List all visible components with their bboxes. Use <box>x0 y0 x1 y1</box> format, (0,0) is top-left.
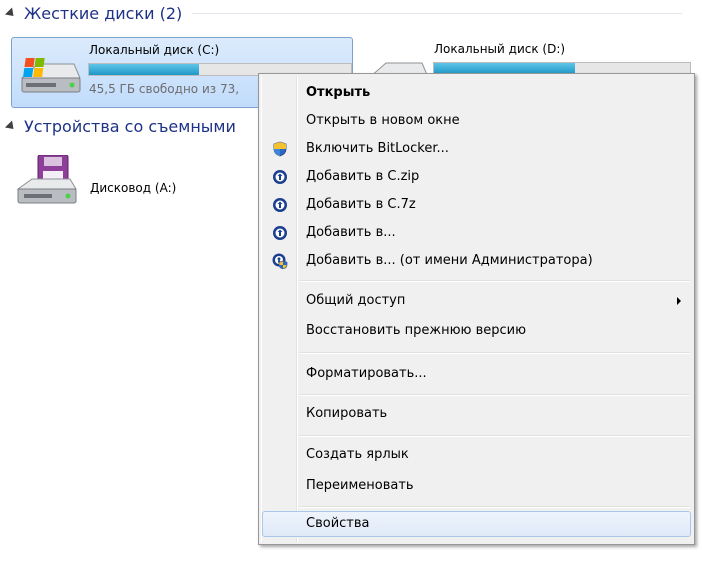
menu-item-label: Открыть в новом окне <box>306 113 460 128</box>
group-title: Жесткие диски (2) <box>24 4 183 23</box>
group-header-hard-disks[interactable]: Жесткие диски (2) <box>0 4 683 23</box>
menu-item-label: Добавить в... <box>306 225 396 240</box>
menu-item-label: Переименовать <box>306 478 414 493</box>
menu-item-create-shortcut[interactable]: Создать ярлык <box>262 442 691 468</box>
collapse-triangle-icon[interactable] <box>4 7 18 20</box>
menu-item-add-to-7z[interactable]: Добавить в C.7z <box>262 192 691 218</box>
drive-c-free-space: 45,5 ГБ свободно из 73, <box>89 82 240 96</box>
menu-item-add-to-zip[interactable]: Добавить в C.zip <box>262 164 691 190</box>
menu-item-copy[interactable]: Копировать <box>262 401 691 427</box>
menu-item-label: Добавить в... (от имени Администратора) <box>306 253 593 268</box>
context-menu: Открыть Открыть в новом окне Включить Bi… <box>258 73 695 545</box>
archiver-admin-icon <box>272 253 288 269</box>
menu-separator <box>299 280 690 282</box>
menu-separator <box>299 394 690 396</box>
menu-item-label: Восстановить прежнюю версию <box>306 323 527 338</box>
menu-item-add-to[interactable]: Добавить в... <box>262 220 691 246</box>
menu-item-label: Форматировать... <box>306 366 427 381</box>
menu-item-properties[interactable]: Свойства <box>262 511 691 537</box>
drive-a-name: Дисковод (A:) <box>90 181 177 195</box>
menu-item-label: Создать ярлык <box>306 447 409 462</box>
archiver-icon <box>273 226 287 240</box>
drive-c-usage-fill <box>89 64 200 75</box>
collapse-triangle-icon[interactable] <box>4 120 18 133</box>
menu-item-sharing[interactable]: Общий доступ <box>262 288 691 314</box>
group-title: Устройства со съемными <box>24 117 236 136</box>
submenu-arrow-icon <box>677 297 681 305</box>
archiver-icon <box>273 170 287 184</box>
floppy-drive-icon <box>16 155 77 204</box>
menu-item-rename[interactable]: Переименовать <box>262 473 691 499</box>
menu-item-label: Свойства <box>306 516 370 531</box>
drive-d-name: Локальный диск (D:) <box>434 42 566 56</box>
menu-item-label: Общий доступ <box>306 293 406 308</box>
menu-item-open[interactable]: Открыть <box>262 80 691 106</box>
windows-hdd-icon <box>20 58 81 93</box>
menu-item-add-to-as-admin[interactable]: Добавить в... (от имени Администратора) <box>262 248 691 274</box>
menu-separator <box>299 435 690 437</box>
menu-separator <box>299 506 690 508</box>
menu-item-label: Открыть <box>306 85 371 100</box>
menu-item-format[interactable]: Форматировать... <box>262 361 691 387</box>
group-header-removable[interactable]: Устройства со съемными <box>0 117 236 136</box>
menu-item-label: Добавить в C.zip <box>306 169 420 184</box>
archiver-icon <box>273 198 287 212</box>
menu-item-label: Добавить в C.7z <box>306 197 416 212</box>
menu-item-enable-bitlocker[interactable]: Включить BitLocker... <box>262 136 691 162</box>
drive-c-name: Локальный диск (C:) <box>89 43 220 57</box>
uac-shield-icon <box>273 141 287 157</box>
menu-item-label: Копировать <box>306 406 388 421</box>
menu-separator <box>299 352 690 354</box>
menu-item-open-new-window[interactable]: Открыть в новом окне <box>262 108 691 134</box>
menu-item-label: Включить BitLocker... <box>306 141 449 156</box>
drive-a-tile[interactable]: Дисковод (A:) <box>14 155 254 215</box>
group-divider <box>192 13 683 14</box>
menu-item-restore-previous[interactable]: Восстановить прежнюю версию <box>262 318 691 344</box>
